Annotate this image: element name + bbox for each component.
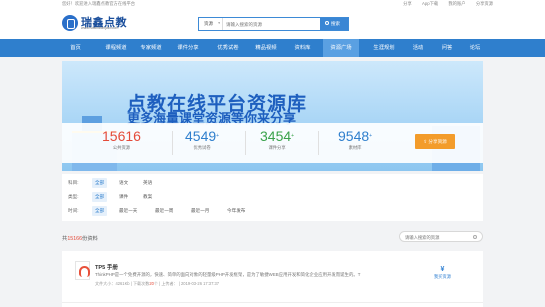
resource-meta: 文件大小：4261Kb | 下载次数20个 | 上传者： | 2019-03-2… [95, 281, 220, 286]
welcome-text: 您好！欢迎进入瑞鑫点教官方在线平台 [62, 1, 136, 6]
yen-icon: ¥ [440, 266, 445, 273]
search-input[interactable] [226, 19, 319, 29]
stats-panel: 15616 公共资源 4549+ 优秀试卷 3454+ 课件分享 9548+ 素… [62, 123, 483, 163]
logo-subtext: www.ruixindianjiao.com [81, 26, 119, 30]
resource-title[interactable]: TP5 手册 [95, 263, 118, 271]
nav-item-library[interactable]: 资料库 [289, 39, 316, 57]
download-label: 我买资源 [433, 274, 451, 279]
filter-option-all[interactable]: 全部 [92, 192, 108, 202]
resource-item[interactable] [62, 302, 483, 307]
logo-icon [62, 15, 78, 31]
nav-item-courseware[interactable]: 课件分享 [172, 39, 204, 57]
filter-label: 时间: [68, 208, 79, 213]
download-button[interactable]: ¥ 我买资源 [434, 266, 451, 280]
resource-item[interactable]: TP5 手册 ThinkPHP是一个免费开源的，快速、简单的面向对象的轻量级PH… [62, 251, 483, 307]
divider [172, 131, 173, 155]
filter-option-courseware[interactable]: 课件 [116, 192, 131, 202]
pdf-file-icon [75, 261, 90, 280]
search-button-label: 搜索 [331, 21, 340, 26]
stat-exam-papers: 4549+ 优秀试卷 [185, 128, 219, 151]
nav-item-exam-papers[interactable]: 优秀试卷 [212, 39, 244, 57]
top-bar: 您好！欢迎进入瑞鑫点教官方在线平台 分享 App下载 我的账户 分享资源 [0, 0, 545, 8]
nav-item-videos[interactable]: 精品视频 [250, 39, 282, 57]
stat-courseware: 3454+ 课件分享 [260, 128, 294, 151]
list-search [399, 231, 483, 242]
resource-description: ThinkPHP是一个免费开源的，快速、简单的面向对象的轻量级PHP开发框架，是… [95, 272, 361, 277]
share-resource-button[interactable]: ⇪ 分享资源 [415, 134, 455, 149]
search-bar: 资源 ▾ 搜索 [198, 17, 349, 31]
nav-item-resource-square[interactable]: 资源广场 [323, 39, 359, 57]
list-search-input[interactable] [405, 233, 470, 241]
top-link-share[interactable]: 分享 [403, 1, 412, 6]
filter-option-chinese[interactable]: 语文 [116, 178, 131, 188]
stat-label: 素材库 [348, 145, 362, 150]
filter-option-english[interactable]: 英语 [140, 178, 155, 188]
nav-item-forum[interactable]: 论坛 [464, 39, 486, 57]
filter-option-all[interactable]: 全部 [92, 206, 108, 216]
filter-label: 科目: [68, 180, 79, 185]
result-count: 共15166份资料 [62, 236, 98, 242]
stat-label: 课件分享 [268, 145, 286, 150]
chevron-down-icon: ▾ [218, 21, 220, 25]
divider [318, 131, 319, 155]
nav-item-career[interactable]: 生涯规划 [368, 39, 400, 57]
filter-option-this-year[interactable]: 今年发布 [224, 206, 248, 216]
divider [245, 131, 246, 155]
search-icon [325, 21, 329, 25]
search-icon[interactable] [473, 234, 477, 239]
share-resource-label: 分享资源 [428, 139, 447, 144]
nav-item-experts[interactable]: 专家频道 [135, 39, 167, 57]
filter-option-all[interactable]: 全部 [92, 178, 108, 188]
header: 瑞鑫点教 www.ruixindianjiao.com 资源 ▾ 搜索 [0, 8, 545, 39]
nav-item-qa[interactable]: 问答 [436, 39, 458, 57]
main-nav: 首页 课程频道 专家频道 课件分享 优秀试卷 精品视频 资料库 资源广场 生涯规… [0, 39, 545, 57]
stat-value: 15616 [102, 128, 141, 144]
top-links: 分享 App下载 我的账户 分享资源 [394, 1, 493, 7]
top-link-app-download[interactable]: App下载 [422, 1, 438, 6]
filter-option-last-day[interactable]: 最近一天 [116, 206, 140, 216]
filter-panel: 科目: 全部 语文 英语 类型: 全部 课件 教案 时间: 全部 最近一天 最近… [62, 174, 483, 221]
search-category-select[interactable]: 资源 ▾ [199, 18, 223, 30]
nav-item-home[interactable]: 首页 [62, 39, 89, 57]
top-link-my-account[interactable]: 我的账户 [448, 1, 465, 6]
stat-label: 公共资源 [112, 145, 131, 150]
stat-value: 4549+ [185, 128, 220, 144]
hero-banner: 点教在线平台资源库 更多海量课堂资源等你来分享 15616 公共资源 4549+… [62, 61, 483, 171]
list-header: 共15166份资料 [62, 228, 483, 248]
filter-option-last-month[interactable]: 最近一月 [188, 206, 212, 216]
filter-label: 类型: [68, 194, 79, 199]
stat-material-library: 9548+ 素材库 [338, 128, 372, 151]
site-logo[interactable]: 瑞鑫点教 www.ruixindianjiao.com [62, 14, 152, 36]
search-button[interactable]: 搜索 [320, 18, 348, 30]
stat-value: 9548+ [338, 128, 373, 144]
nav-item-events[interactable]: 活动 [407, 39, 429, 57]
stat-public-resources: 15616 公共资源 [102, 128, 141, 151]
filter-option-lesson-plan[interactable]: 教案 [140, 192, 155, 202]
stat-value: 3454+ [260, 128, 295, 144]
top-link-share-resource[interactable]: 分享资源 [476, 1, 493, 6]
stat-label: 优秀试卷 [193, 145, 211, 150]
filter-option-last-week[interactable]: 最近一周 [152, 206, 176, 216]
nav-item-courses[interactable]: 课程频道 [100, 39, 132, 57]
search-category-label: 资源 [204, 21, 213, 26]
